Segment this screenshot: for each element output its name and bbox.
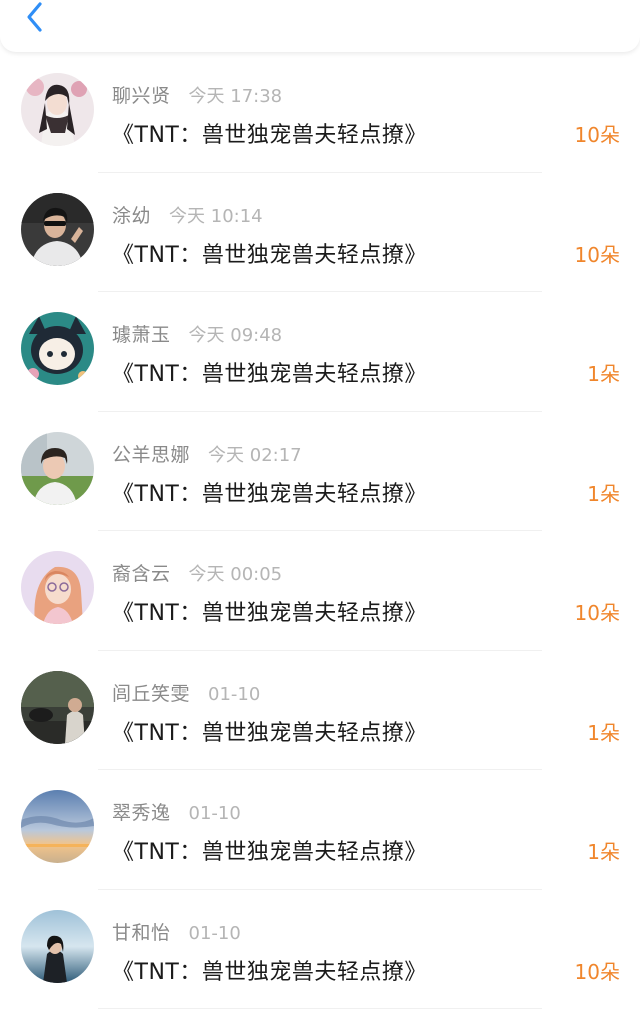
list-item[interactable]: 公羊思娜 今天 02:17 《TNT：兽世独宠兽夫轻点撩》 1朵 [0,412,640,531]
username: 璩萧玉 [112,324,171,346]
list-item[interactable]: 璩萧玉 今天 09:48 《TNT：兽世独宠兽夫轻点撩》 1朵 [0,292,640,412]
gift-amount: 10朵 [574,959,620,984]
book-title: 《TNT：兽世独宠兽夫轻点撩》 [112,959,427,985]
divider [98,1008,542,1009]
timestamp: 01-10 [208,683,261,705]
timestamp: 今天 00:05 [188,564,283,585]
book-title: 《TNT：兽世独宠兽夫轻点撩》 [112,123,427,148]
username: 裔含云 [112,563,171,585]
book-title: 《TNT：兽世独宠兽夫轻点撩》 [112,720,427,746]
gift-amount: 1朵 [587,840,620,864]
top-bar [0,0,640,52]
list-item[interactable]: 涂幼 今天 10:14 《TNT：兽世独宠兽夫轻点撩》 10朵 [0,173,640,292]
avatar [21,431,94,505]
chevron-left-icon [27,2,42,32]
back-button[interactable] [18,0,50,34]
gift-amount: 1朵 [587,720,620,745]
book-title: 《TNT：兽世独宠兽夫轻点撩》 [112,481,427,507]
timestamp: 今天 02:17 [208,444,302,466]
timestamp: 今天 10:14 [169,205,263,227]
list-item[interactable]: 闾丘笑雯 01-10 《TNT：兽世独宠兽夫轻点撩》 1朵 [0,651,640,770]
list-item[interactable]: 翠秀逸 01-10 《TNT：兽世独宠兽夫轻点撩》 1朵 [0,770,640,890]
avatar [21,73,94,146]
username: 翠秀逸 [112,802,171,824]
list-item[interactable]: 聊兴贤 今天 17:38 《TNT：兽世独宠兽夫轻点撩》 10朵 [0,53,640,173]
username: 闾丘笑雯 [112,682,191,705]
avatar [21,790,94,863]
username: 甘和怡 [112,921,171,944]
avatar [21,312,94,385]
book-title: 《TNT：兽世独宠兽夫轻点撩》 [112,362,427,387]
gift-amount: 1朵 [587,362,620,386]
username: 公羊思娜 [112,443,191,466]
book-title: 《TNT：兽世独宠兽夫轻点撩》 [112,242,427,268]
timestamp: 01-10 [188,803,241,824]
avatar [21,909,94,983]
username: 聊兴贤 [112,85,171,107]
avatar [21,551,94,624]
gift-amount: 10朵 [574,601,620,625]
gift-amount: 10朵 [574,242,620,267]
gift-amount: 1朵 [587,481,620,506]
timestamp: 01-10 [188,922,241,944]
list-item[interactable]: 裔含云 今天 00:05 《TNT：兽世独宠兽夫轻点撩》 10朵 [0,531,640,651]
avatar [21,192,94,266]
timestamp: 今天 09:48 [188,325,283,346]
username: 涂幼 [112,204,152,227]
avatar [21,670,94,744]
gift-amount: 10朵 [574,123,620,147]
gift-record-list: 聊兴贤 今天 17:38 《TNT：兽世独宠兽夫轻点撩》 10朵 涂幼 今天 1… [0,53,640,1009]
timestamp: 今天 17:38 [188,86,283,107]
book-title: 《TNT：兽世独宠兽夫轻点撩》 [112,601,427,626]
book-title: 《TNT：兽世独宠兽夫轻点撩》 [112,840,427,865]
list-item[interactable]: 甘和怡 01-10 《TNT：兽世独宠兽夫轻点撩》 10朵 [0,890,640,1009]
